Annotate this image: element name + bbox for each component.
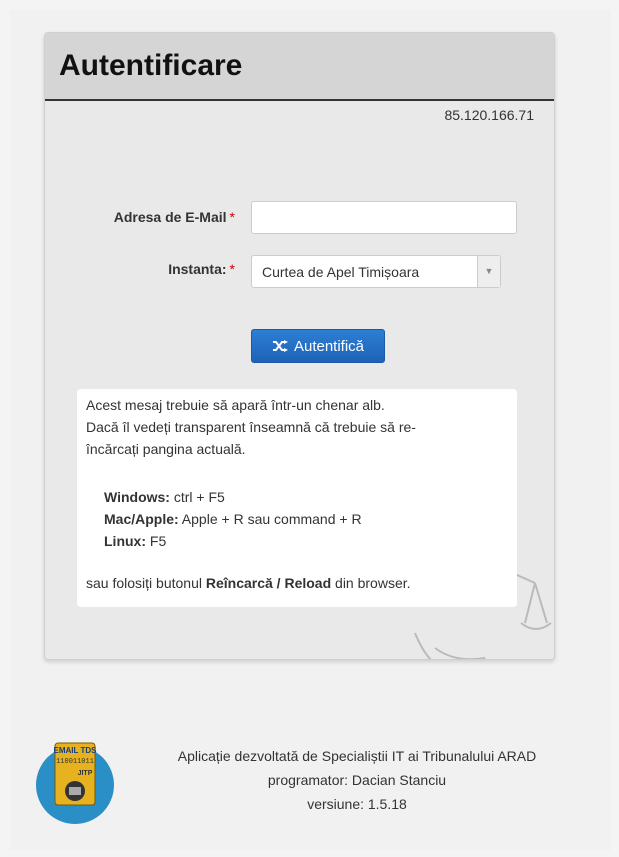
panel-header: Autentificare [45, 33, 554, 101]
shortcut-linux: Linux: F5 [104, 533, 167, 549]
instanta-selected-value: Curtea de Apel Timișoara [262, 264, 420, 280]
login-panel: Autentificare 85.120.166.71 Adresa de E-… [44, 32, 555, 660]
footer-line: Aplicație dezvoltată de Specialiștii IT … [177, 748, 537, 764]
instanta-select[interactable]: Curtea de Apel Timișoara ▼ [251, 255, 501, 288]
ip-address: 85.120.166.71 [444, 107, 534, 123]
footer-version: versiune: 1.5.18 [307, 796, 407, 812]
notice-line: încărcați pangina actuală. [86, 441, 246, 457]
shuffle-icon [272, 340, 288, 352]
chevron-down-icon[interactable]: ▼ [477, 256, 500, 287]
shortcut-mac: Mac/Apple: Apple + R sau command + R [104, 511, 362, 527]
email-tds-logo: EMAIL TDS 110011011 JITP [36, 742, 114, 824]
shortcut-windows: Windows: ctrl + F5 [104, 489, 225, 505]
required-mark: * [229, 209, 235, 225]
page-title: Autentificare [59, 49, 243, 82]
notice-tail: sau folosiți butonul Reîncarcă / Reload … [86, 575, 411, 591]
notice-line: Acest mesaj trebuie să apară într-un che… [86, 397, 385, 413]
logo-text: JITP [78, 770, 93, 777]
logo-text: 110011011 [56, 758, 94, 766]
footer-credits: Aplicație dezvoltată de Specialiștii IT … [142, 744, 572, 816]
instanta-label: Instanta: * [168, 261, 235, 277]
email-field[interactable] [251, 201, 517, 234]
required-mark: * [229, 261, 235, 277]
footer-line: programator: Dacian Stanciu [267, 772, 447, 788]
login-button-label: Autentifică [293, 337, 365, 355]
logo-text: EMAIL TDS [54, 746, 98, 755]
login-button[interactable]: Autentifică [251, 329, 385, 363]
reload-notice: Acest mesaj trebuie să apară într-un che… [77, 389, 517, 607]
email-label: Adresa de E-Mail * [113, 209, 235, 225]
notice-line: Dacă îl vedeți transparent înseamnă că t… [86, 419, 416, 435]
